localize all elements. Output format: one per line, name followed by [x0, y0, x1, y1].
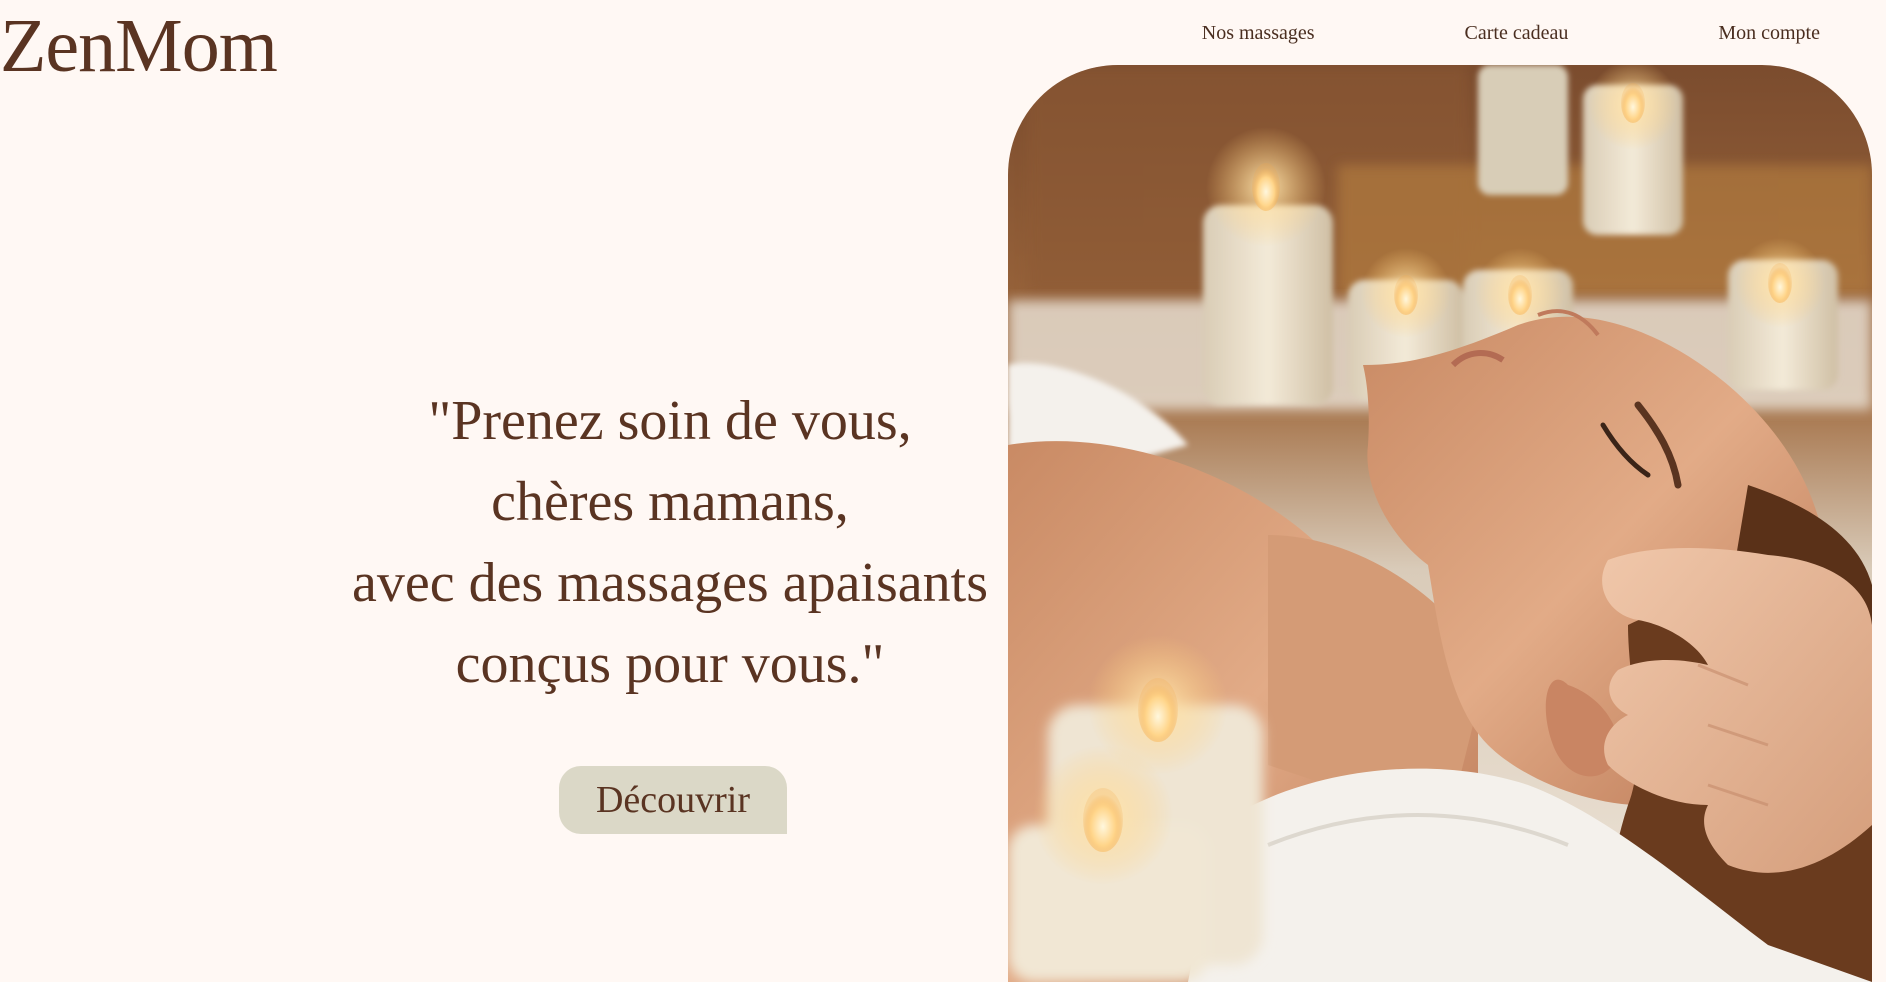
nav-link-nos-massages[interactable]: Nos massages [1202, 22, 1315, 45]
hero-quote-line: avec des massages apaisants [352, 552, 988, 614]
hero-quote-line: conçus pour vous." [455, 633, 885, 695]
site-logo[interactable]: ZenMom [0, 2, 278, 90]
nav-link-mon-compte[interactable]: Mon compte [1718, 22, 1820, 45]
discover-button[interactable]: Découvrir [559, 766, 787, 834]
hero-quote: "Prenez soin de vous, chères mamans, ave… [300, 381, 1040, 705]
hero-photo [1008, 65, 1872, 982]
spa-massage-image [1008, 65, 1872, 982]
hero-quote-line: "Prenez soin de vous, [428, 390, 912, 452]
main-nav: Nos massages Carte cadeau Mon compte [1052, 22, 1820, 45]
hero-quote-line: chères mamans, [491, 471, 849, 533]
nav-link-carte-cadeau[interactable]: Carte cadeau [1465, 22, 1569, 45]
